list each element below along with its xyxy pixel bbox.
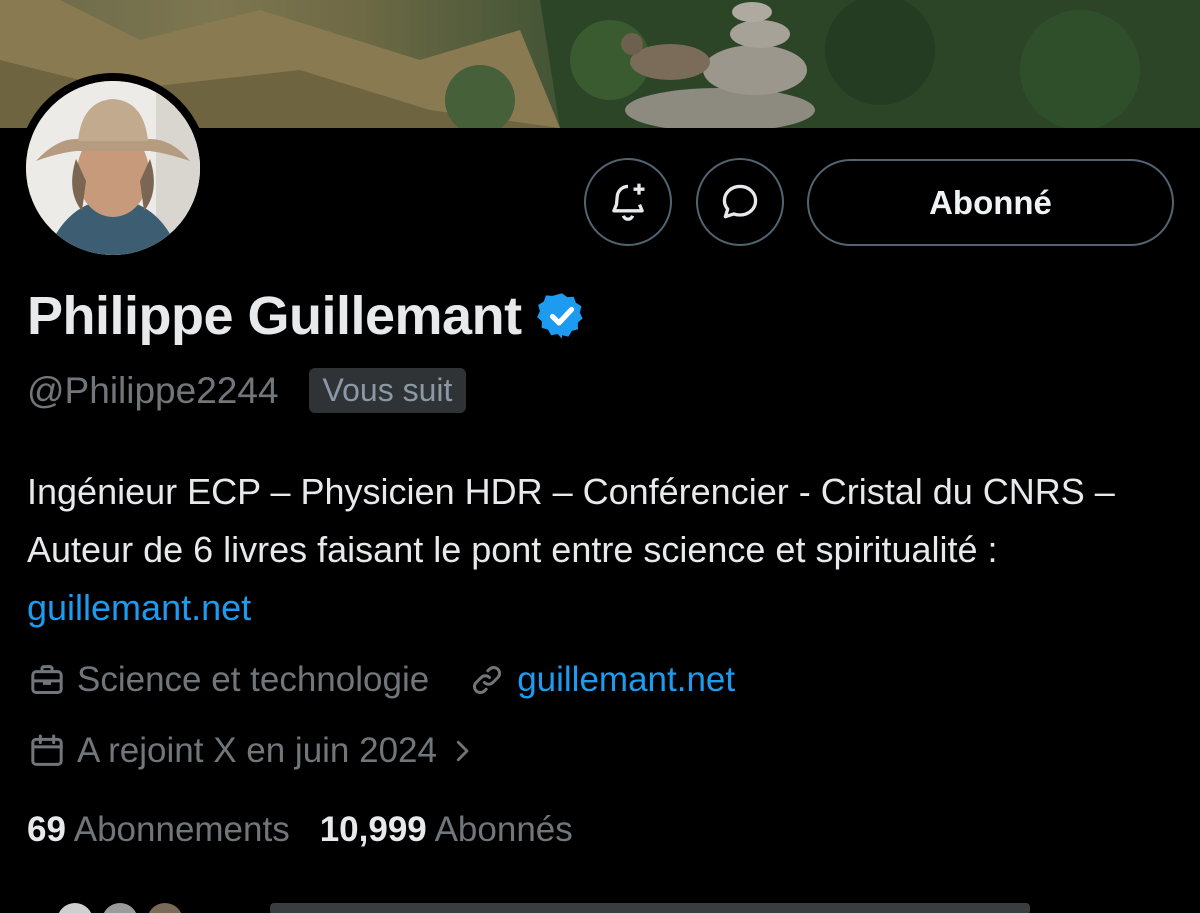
bio-link[interactable]: guillemant.net <box>27 587 251 628</box>
display-name: Philippe Guillemant <box>27 286 522 346</box>
followers-count: 10,999 <box>319 810 427 849</box>
website-link[interactable]: guillemant.net <box>517 660 735 700</box>
following-count: 69 <box>27 810 66 849</box>
handle-row: @Philippe2244 Vous suit <box>27 368 467 413</box>
cropped-content <box>58 903 1030 913</box>
calendar-icon <box>31 734 63 766</box>
profile-category: Science et technologie <box>77 660 430 699</box>
followers-label: Abonnés <box>434 810 573 849</box>
message-button[interactable] <box>696 158 784 246</box>
link-icon <box>473 666 502 694</box>
followers-you-know-row[interactable] <box>0 895 1200 913</box>
profile-meta-row: Science et technologie guillemant.net <box>27 660 735 700</box>
profile-handle: @Philippe2244 <box>27 369 279 411</box>
following-label: Abonnements <box>73 810 290 849</box>
profile-name-row: Philippe Guillemant <box>27 285 588 347</box>
following-stat[interactable]: 69 Abonnements <box>27 810 290 850</box>
notifications-button[interactable] <box>584 158 672 246</box>
chat-bubble-icon <box>722 184 758 219</box>
follows-you-badge: Vous suit <box>308 368 467 413</box>
following-button[interactable]: Abonné <box>807 159 1174 246</box>
verified-badge-icon[interactable] <box>536 290 588 342</box>
bio-text: Ingénieur ECP – Physicien HDR – Conféren… <box>27 471 1115 570</box>
joined-date: A rejoint X en juin 2024 <box>77 731 437 770</box>
follow-stats: 69 Abonnements 10,999 Abonnés <box>27 810 573 850</box>
avatar-image <box>26 81 200 255</box>
followers-stat[interactable]: 10,999 Abonnés <box>320 810 573 850</box>
profile-bio: Ingénieur ECP – Physicien HDR – Conféren… <box>27 463 1177 637</box>
joined-row[interactable]: A rejoint X en juin 2024 <box>27 731 487 771</box>
avatar[interactable] <box>18 73 208 263</box>
bell-plus-icon <box>612 183 645 221</box>
chevron-right-icon <box>456 740 469 762</box>
briefcase-icon <box>31 665 63 694</box>
